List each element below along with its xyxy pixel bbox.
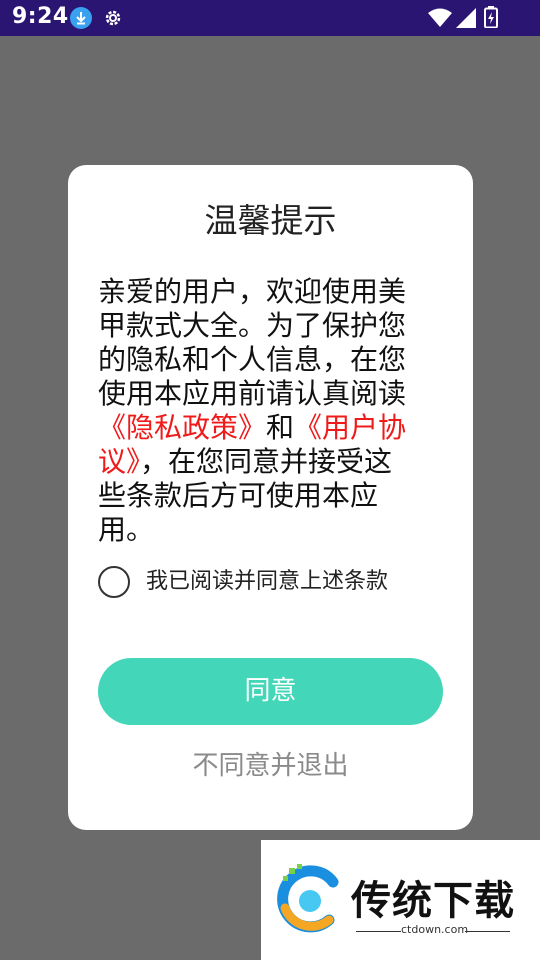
dialog-title: 温馨提示: [204, 201, 337, 240]
privacy-dialog: 温馨提示 亲爱的用户，欢迎使用美甲款式大全。为了保护您的隐私和个人信息，在您使用…: [68, 165, 473, 830]
gear-icon: [102, 7, 124, 29]
wifi-icon: [428, 8, 452, 32]
agree-checkbox[interactable]: [98, 566, 130, 598]
watermark-title: 传统下载: [351, 878, 515, 924]
status-time: 9:24: [12, 4, 69, 29]
message-text-2: 和: [266, 411, 295, 444]
download-icon: [70, 7, 92, 29]
agree-checkbox-label[interactable]: 我已阅读并同意上述条款: [146, 567, 388, 597]
watermark-divider-left: [356, 931, 401, 932]
watermark-url: ctdown.com: [401, 923, 469, 936]
watermark: 传统下载 ctdown.com: [261, 840, 540, 960]
status-bar: 9:24: [0, 0, 540, 36]
watermark-logo-icon: [271, 860, 349, 938]
battery-icon: [484, 6, 498, 29]
watermark-divider-right: [465, 931, 510, 932]
message-text-3: ，在您同意并接受这些条款后方可使用本应用。: [98, 445, 393, 546]
signal-icon: [456, 8, 476, 32]
disagree-exit-button[interactable]: 不同意并退出: [68, 749, 473, 783]
privacy-policy-link[interactable]: 《隐私政策》: [98, 411, 266, 444]
dialog-message: 亲爱的用户，欢迎使用美甲款式大全。为了保护您的隐私和个人信息，在您使用本应用前请…: [98, 275, 418, 547]
agree-button[interactable]: 同意: [98, 658, 443, 725]
message-text-1: 亲爱的用户，欢迎使用美甲款式大全。为了保护您的隐私和个人信息，在您使用本应用前请…: [98, 275, 407, 410]
agree-checkbox-row[interactable]: 我已阅读并同意上述条款: [98, 566, 438, 598]
